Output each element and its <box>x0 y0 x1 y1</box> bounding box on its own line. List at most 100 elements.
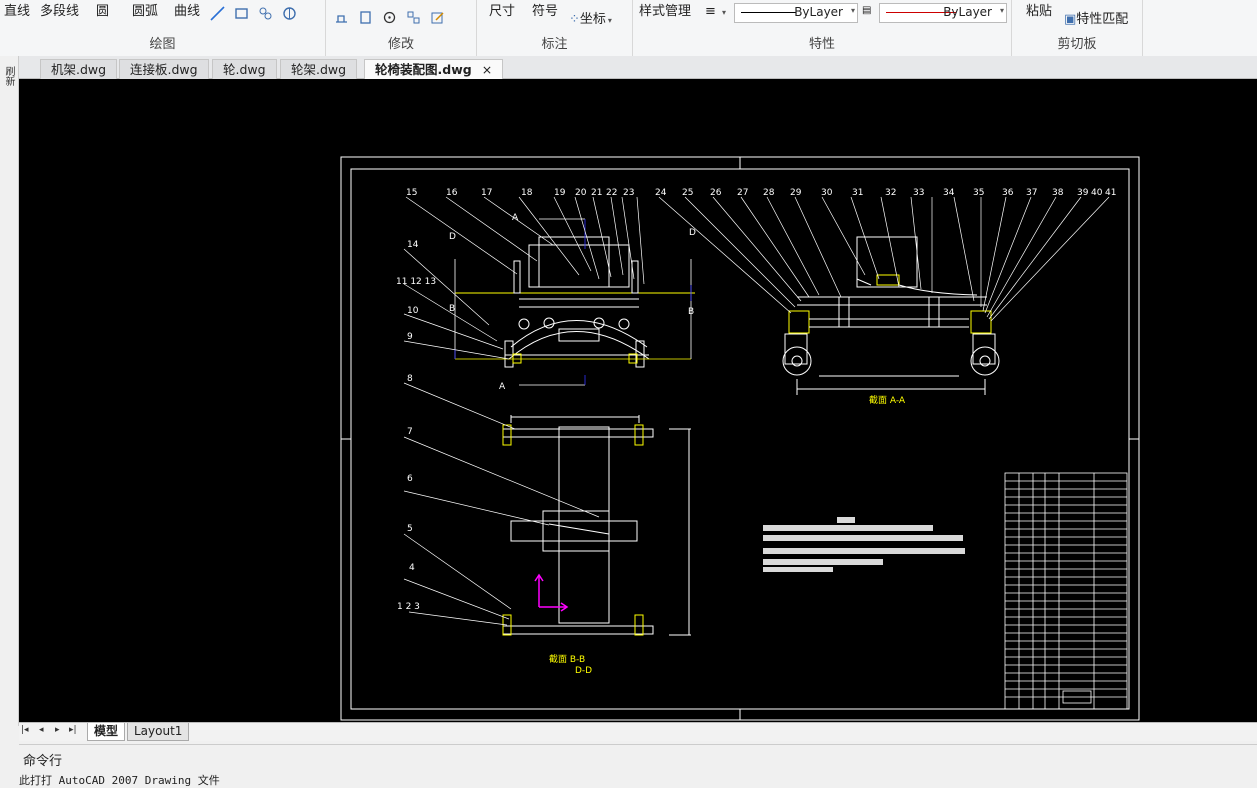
tab-model[interactable]: 模型 <box>87 723 126 741</box>
top-number: 40 <box>1091 188 1103 198</box>
first-layout-icon[interactable]: |◂ <box>21 725 29 735</box>
left-number: 14 <box>407 240 419 250</box>
top-number: 28 <box>763 188 775 198</box>
cad-drawing: 15 16 17 18 19 20 21 22 23 24 25 26 27 2… <box>340 156 1140 721</box>
leader-lines <box>403 196 1110 626</box>
match-properties-icon: ▣ <box>1064 12 1077 27</box>
symbol-button[interactable]: 符号 <box>532 0 558 19</box>
lineweight-icon: ▤ <box>862 5 872 16</box>
left-number: 1 2 3 <box>397 602 420 612</box>
last-layout-icon[interactable]: ▸| <box>69 725 77 735</box>
top-number: 20 <box>575 188 587 198</box>
top-number: 38 <box>1052 188 1064 198</box>
lineweight-select[interactable]: ByLayer ▾ <box>879 3 1007 23</box>
left-number: 6 <box>407 474 413 484</box>
tab-wheel-frame-dwg[interactable]: 轮架.dwg <box>280 59 358 79</box>
top-number: 35 <box>973 188 984 198</box>
arc-button[interactable]: 圆弧 <box>132 0 158 19</box>
prev-layout-icon[interactable]: ◂ <box>39 725 44 735</box>
circle-button[interactable]: 圆 <box>96 0 109 19</box>
top-number: 31 <box>852 188 863 198</box>
top-number: 17 <box>481 188 492 198</box>
curve-button[interactable]: 曲线 <box>174 0 200 19</box>
line-button[interactable]: 直线 <box>4 0 30 19</box>
section-b-b-label: 截面 B-B <box>549 653 585 665</box>
close-tab-icon[interactable]: × <box>482 62 492 77</box>
letter-a-top: A <box>512 213 519 223</box>
command-line[interactable]: 命令行 此打打 AutoCAD 2007 Drawing 文件 <box>19 744 1257 787</box>
top-number: 29 <box>790 188 802 198</box>
match-properties-button[interactable]: ▣特性匹配 <box>1064 8 1128 27</box>
clipboard-panel: 粘贴 ▣特性匹配 剪切板 <box>1012 0 1143 56</box>
top-number: 18 <box>521 188 533 198</box>
tab-connecting-plate-dwg[interactable]: 连接板.dwg <box>119 59 209 79</box>
rotate-icon[interactable] <box>382 10 397 25</box>
list-icon[interactable]: ≡ ▾ <box>705 4 726 19</box>
properties-panel: 样式管理 ≡ ▾ ByLayer ▾ ▤ ByLayer ▾ 特性 <box>633 0 1012 56</box>
tab-wheelchair-assembly-dwg[interactable]: 轮椅装配图.dwg × <box>364 59 504 79</box>
hatch-icon[interactable] <box>258 6 273 21</box>
top-number: 33 <box>913 188 924 198</box>
top-number: 21 <box>591 188 602 198</box>
draw-panel: 直线 多段线 圆 圆弧 曲线 绘图 <box>0 0 326 56</box>
left-number: 8 <box>407 374 413 384</box>
inner-border <box>350 168 1130 710</box>
copy-icon[interactable] <box>358 10 373 25</box>
clipboard-panel-title: 剪切板 <box>1057 37 1097 52</box>
ribbon: 直线 多段线 圆 圆弧 曲线 绘图 修改 尺寸 符号 ⁘坐标 ▾ 标注 样式管理… <box>0 0 1257 57</box>
letter-a-bottom: A <box>499 382 506 392</box>
layout-bar: |◂ ◂ ▸ ▸| 模型 Layout1 <box>19 722 1257 741</box>
command-history: 此打打 AutoCAD 2007 Drawing 文件 <box>19 774 220 787</box>
top-number: 24 <box>655 188 667 198</box>
top-number: 25 <box>682 188 693 198</box>
tab-wheel-dwg[interactable]: 轮.dwg <box>212 59 277 79</box>
annotate-panel-title: 标注 <box>541 37 568 52</box>
top-number: 16 <box>446 188 458 198</box>
left-number: 4 <box>409 563 415 573</box>
section-a-a-label: 截面 A-A <box>869 394 906 406</box>
left-number: 5 <box>407 524 413 534</box>
next-layout-icon[interactable]: ▸ <box>55 725 60 735</box>
dimension-button[interactable]: 尺寸 <box>489 0 515 19</box>
move-icon[interactable] <box>334 10 349 25</box>
top-number: 39 <box>1077 188 1089 198</box>
tab-frame-dwg[interactable]: 机架.dwg <box>40 59 118 79</box>
front-view <box>455 236 695 368</box>
top-number: 36 <box>1002 188 1014 198</box>
coordinate-icon: ⁘ <box>569 12 580 27</box>
coordinate-button[interactable]: ⁘坐标 ▾ <box>569 8 612 27</box>
properties-panel-title: 特性 <box>808 37 835 52</box>
top-number: 26 <box>710 188 722 198</box>
array-icon[interactable] <box>406 10 421 25</box>
polyline-button[interactable]: 多段线 <box>40 0 79 19</box>
style-manager-button[interactable]: 样式管理 <box>639 0 691 19</box>
top-number: 32 <box>885 188 896 198</box>
letter-b-right: B <box>688 307 694 317</box>
letter-d-right: D <box>689 228 696 238</box>
top-number: 23 <box>623 188 634 198</box>
modify-panel-title: 修改 <box>387 37 414 52</box>
top-number: 19 <box>554 188 566 198</box>
modify-panel: 修改 <box>326 0 477 56</box>
drawing-canvas[interactable]: 15 16 17 18 19 20 21 22 23 24 25 26 27 2… <box>19 79 1257 722</box>
command-line-label: 命令行 <box>23 754 63 769</box>
section-b-b-view <box>502 415 691 636</box>
region-icon[interactable] <box>282 6 297 21</box>
refresh-label[interactable]: 刷新 <box>1 66 16 86</box>
left-number: 9 <box>407 332 413 342</box>
tab-layout1[interactable]: Layout1 <box>127 723 190 741</box>
construction-line-icon[interactable] <box>210 6 225 21</box>
linetype-select[interactable]: ByLayer ▾ <box>734 3 858 23</box>
technical-notes <box>763 517 965 572</box>
top-number: 34 <box>943 188 955 198</box>
paste-button[interactable]: 粘贴 <box>1026 0 1052 19</box>
left-toolbar: 刷新 <box>0 56 19 726</box>
document-tabs: 机架.dwg 连接板.dwg 轮.dwg 轮架.dwg 轮椅装配图.dwg × <box>0 56 1257 79</box>
draw-panel-title: 绘图 <box>149 37 176 52</box>
rectangle-icon[interactable] <box>234 6 249 21</box>
section-d-d-label: D-D <box>575 666 592 676</box>
letter-b-left: B <box>449 304 455 314</box>
top-number: 37 <box>1026 188 1037 198</box>
edit-icon[interactable] <box>430 10 445 25</box>
top-number: 27 <box>737 188 748 198</box>
